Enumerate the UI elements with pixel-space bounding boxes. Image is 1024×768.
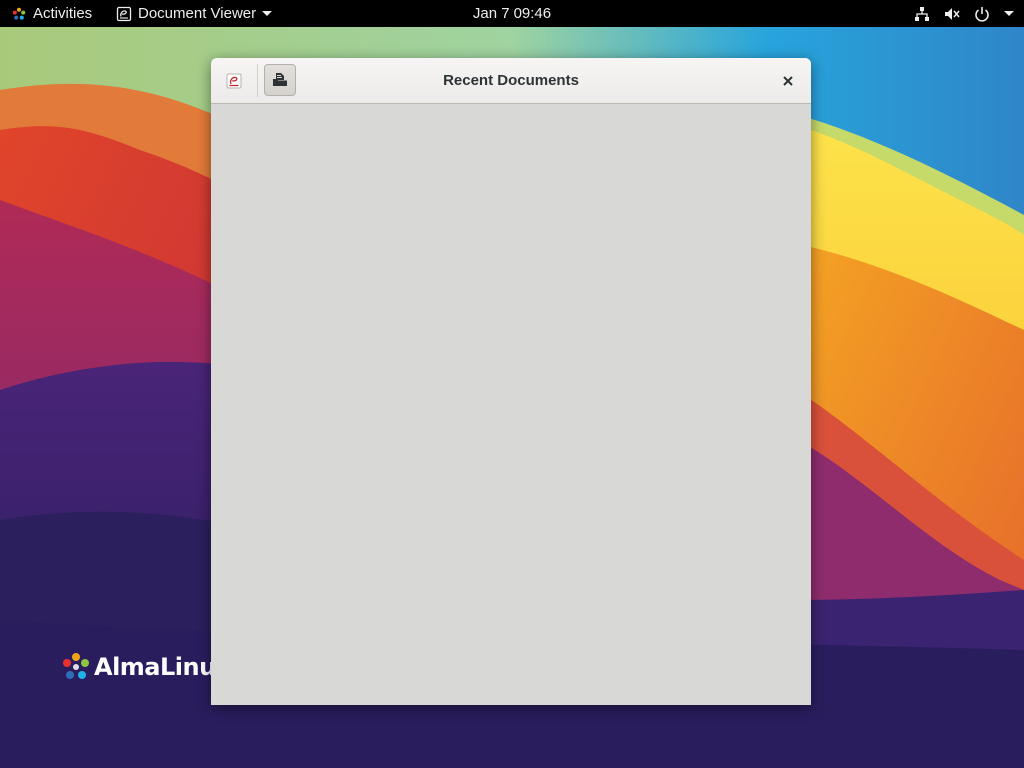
recent-documents-view[interactable]	[211, 104, 811, 705]
desktop-screen: AlmaLinux Activities Document Viewer Jan…	[0, 0, 1024, 768]
window-title: Recent Documents	[443, 72, 579, 89]
status-area[interactable]	[900, 0, 1014, 27]
clock-date: Jan 7	[472, 5, 510, 22]
power-icon	[974, 6, 990, 22]
top-bar: Activities Document Viewer Jan 7 09:46	[0, 0, 1024, 27]
almalinux-logo: AlmaLinux	[60, 650, 231, 684]
document-viewer-window: Recent Documents	[211, 58, 811, 705]
clock-time: 09:46	[513, 5, 552, 22]
almalinux-mark-icon	[63, 653, 89, 679]
close-icon	[783, 76, 793, 86]
network-wired-icon	[914, 6, 930, 22]
clock[interactable]: Jan 7 09:46	[0, 0, 1024, 27]
close-window-button[interactable]	[775, 68, 801, 94]
system-menu-caret-icon	[1004, 11, 1014, 16]
header-bar: Recent Documents	[211, 58, 811, 104]
volume-muted-icon	[944, 6, 960, 22]
